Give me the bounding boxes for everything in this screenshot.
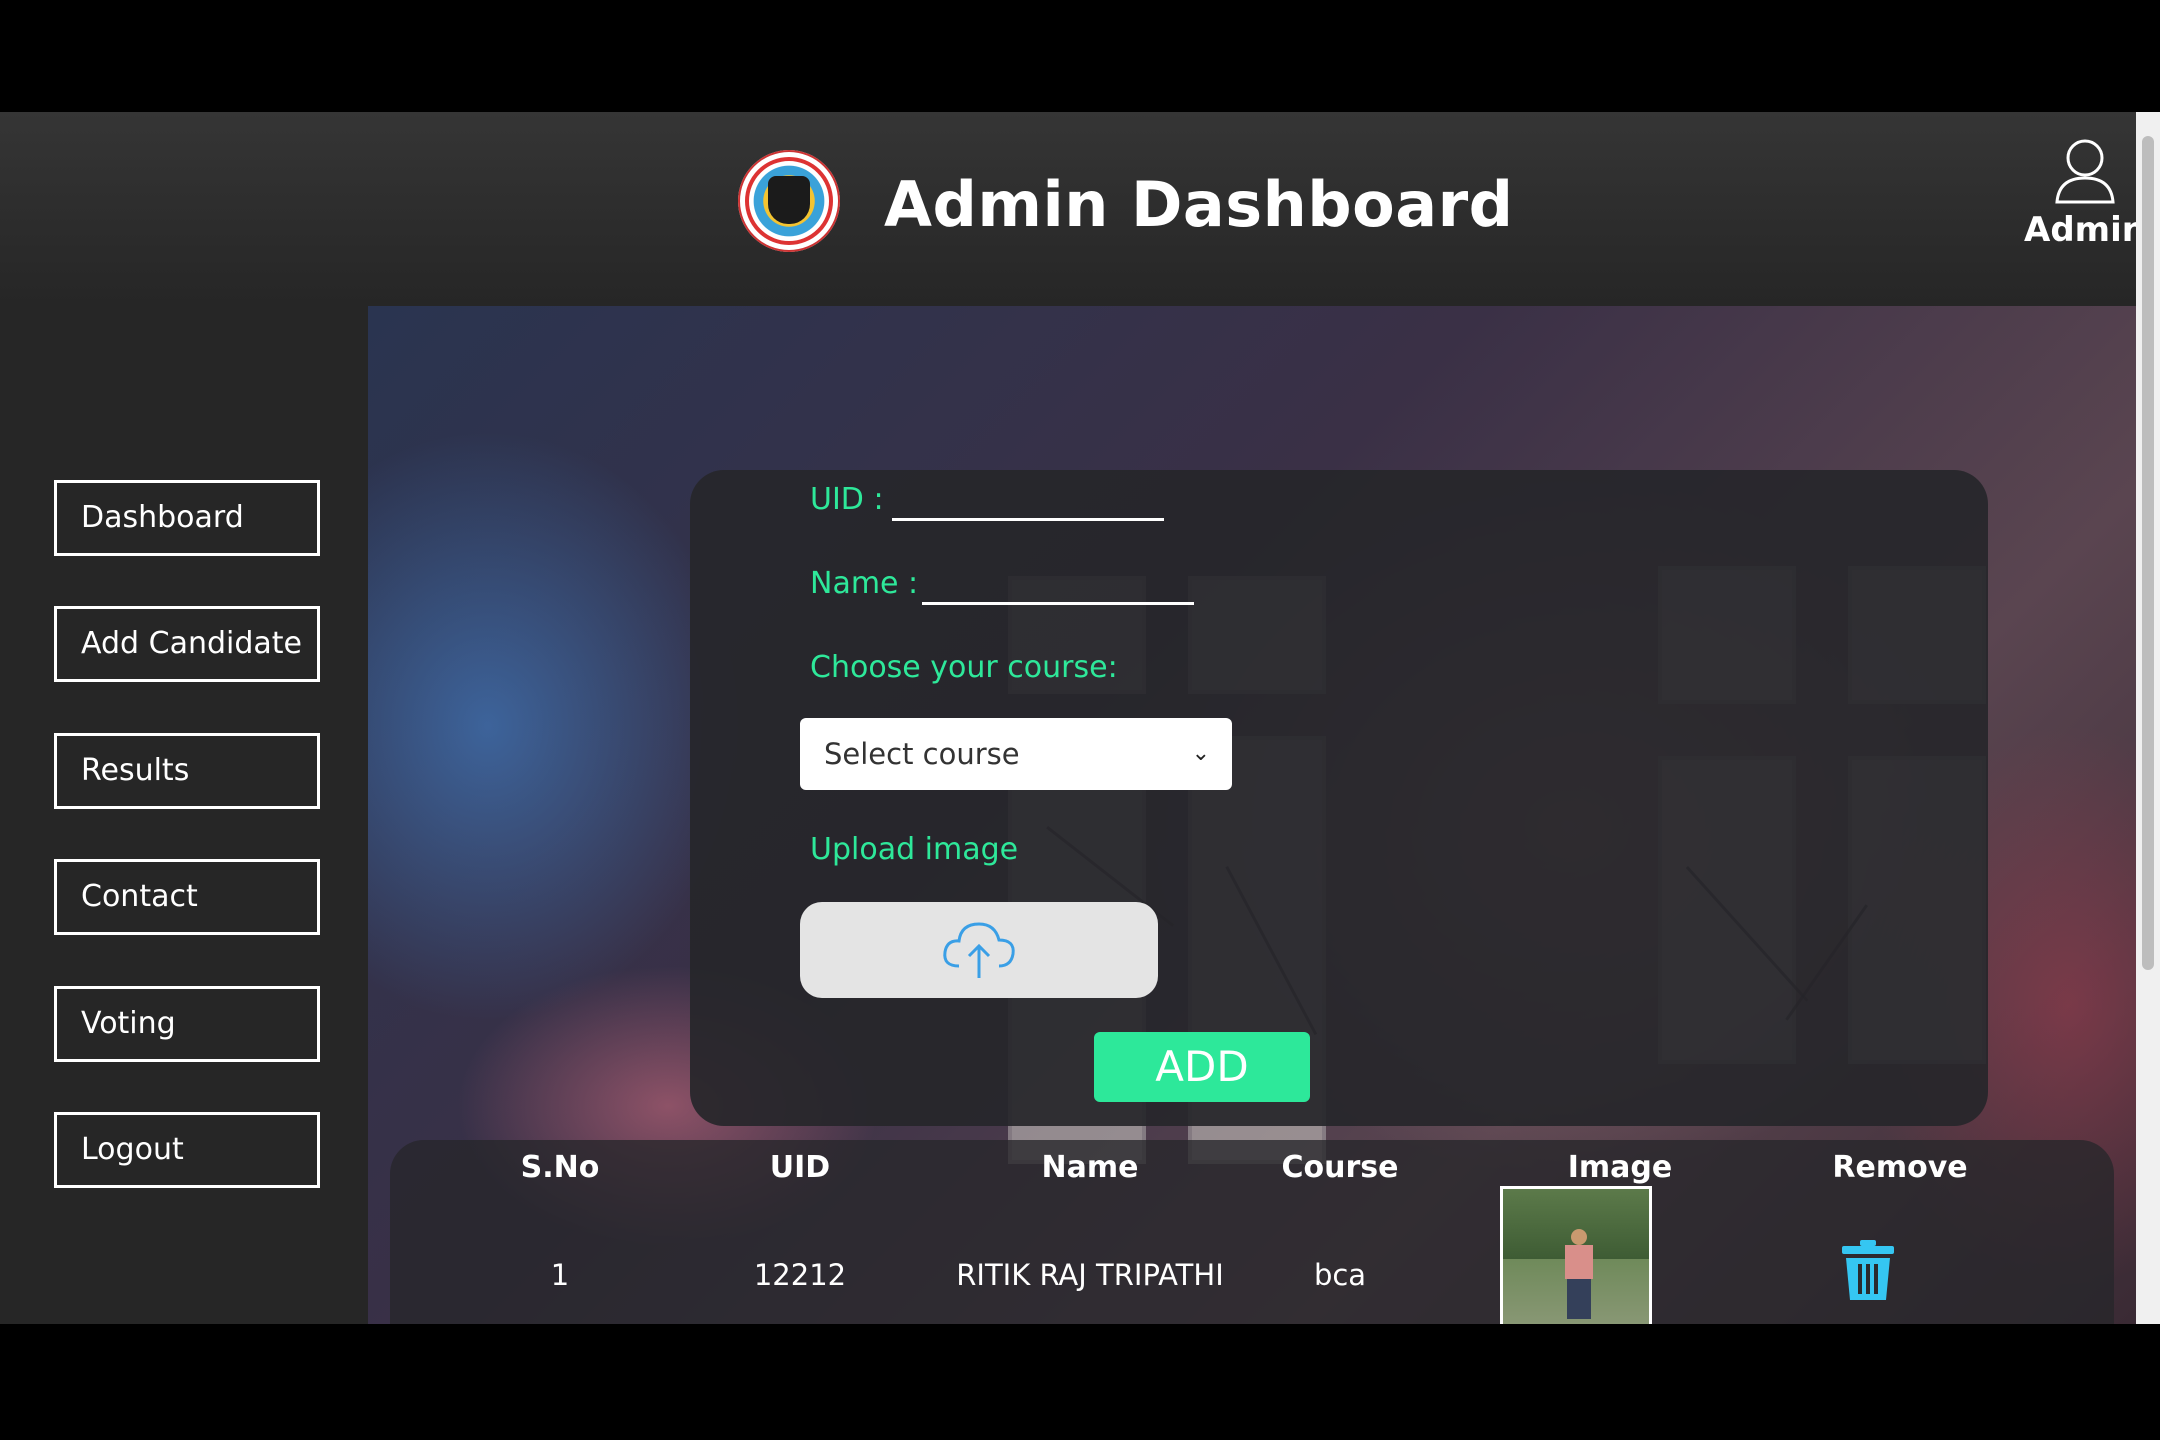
sidebar-item-contact[interactable]: Contact [54, 859, 320, 935]
course-label: Choose your course: [810, 650, 1118, 685]
course-select-value: Select course [824, 737, 1020, 771]
course-select[interactable]: Select course ⌄ [800, 718, 1232, 790]
chevron-down-icon: ⌄ [1191, 741, 1210, 766]
cell-course: bca [1313, 1258, 1367, 1292]
scrollbar-thumb[interactable] [2142, 136, 2154, 970]
top-header: Admin Dashboard Admin [0, 112, 2160, 306]
institution-logo [738, 150, 840, 252]
column-header-name: Name [1041, 1150, 1139, 1185]
cloud-upload-icon [943, 922, 1015, 978]
candidate-photo [1500, 1186, 1652, 1324]
name-label: Name : [810, 566, 919, 601]
admin-profile[interactable]: Admin [2020, 136, 2150, 250]
cell-sno: 1 [550, 1258, 570, 1292]
uid-input[interactable] [892, 518, 1164, 521]
sidebar-item-dashboard[interactable]: Dashboard [54, 480, 320, 556]
column-header-course: Course [1281, 1150, 1399, 1185]
candidates-table: S.No UID Name Course Image Remove 1 1221… [390, 1140, 2114, 1324]
page-scrollbar[interactable] [2136, 112, 2160, 1324]
page-title: Admin Dashboard [884, 168, 1514, 241]
browser-viewport: Admin Dashboard Admin Dashboard Add Cand… [0, 112, 2160, 1324]
sidebar-item-add-candidate[interactable]: Add Candidate [54, 606, 320, 682]
cell-name: RITIK RAJ TRIPATHI [956, 1258, 1224, 1292]
sidebar-item-voting[interactable]: Voting [54, 986, 320, 1062]
upload-label: Upload image [810, 832, 1019, 867]
sidebar-item-logout[interactable]: Logout [54, 1112, 320, 1188]
uid-label: UID : [810, 482, 884, 517]
user-icon [2055, 139, 2115, 204]
column-header-uid: UID [769, 1150, 831, 1185]
column-header-image: Image [1567, 1150, 1673, 1185]
add-button[interactable]: ADD [1094, 1032, 1310, 1102]
main-content: UID : Name : Choose your course: Select … [368, 306, 2136, 1324]
add-candidate-form: UID : Name : Choose your course: Select … [690, 470, 1988, 1126]
upload-image-button[interactable] [800, 902, 1158, 998]
admin-label: Admin [2024, 210, 2146, 250]
column-header-remove: Remove [1832, 1150, 1968, 1185]
sidebar-item-results[interactable]: Results [54, 733, 320, 809]
column-header-sno: S.No [520, 1150, 600, 1185]
sidebar: Dashboard Add Candidate Results Contact … [0, 306, 368, 1324]
trash-icon[interactable] [1838, 1238, 1898, 1304]
cell-uid: 12212 [753, 1258, 847, 1292]
name-input[interactable] [922, 602, 1194, 605]
